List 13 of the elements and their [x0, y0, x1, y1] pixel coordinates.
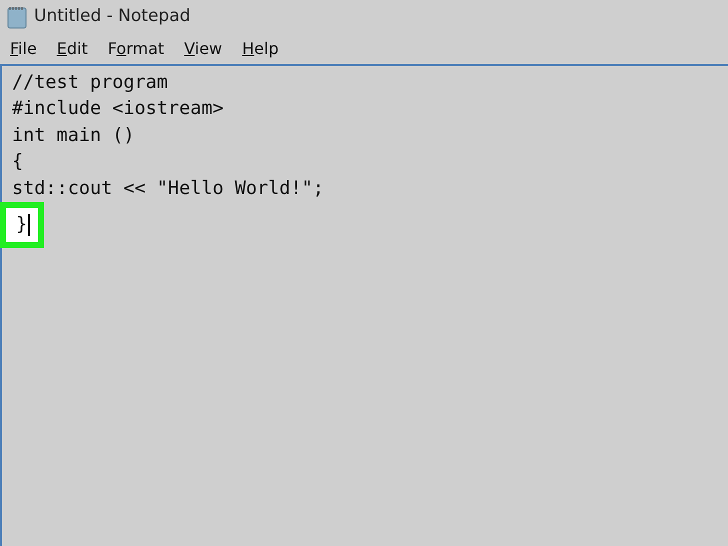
menu-item[interactable]: Help: [242, 37, 279, 61]
menu-item[interactable]: Format: [108, 37, 164, 61]
code-line: {: [12, 151, 24, 172]
code-line: std::cout << "Hello World!";: [12, 178, 324, 199]
notepad-icon: [6, 5, 28, 29]
window-title: Untitled - Notepad: [34, 5, 190, 28]
menu-item[interactable]: View: [184, 37, 222, 61]
menu-item[interactable]: File: [10, 37, 37, 61]
code-line: //test program: [12, 72, 168, 93]
menu-item[interactable]: Edit: [56, 37, 88, 61]
code-line: int main (): [12, 124, 135, 146]
text-editor[interactable]: //test program #include <iostream> int main () { std::cout << "Hello World!"; }: [0, 64, 728, 546]
code-line: #include <iostream>: [12, 98, 224, 120]
